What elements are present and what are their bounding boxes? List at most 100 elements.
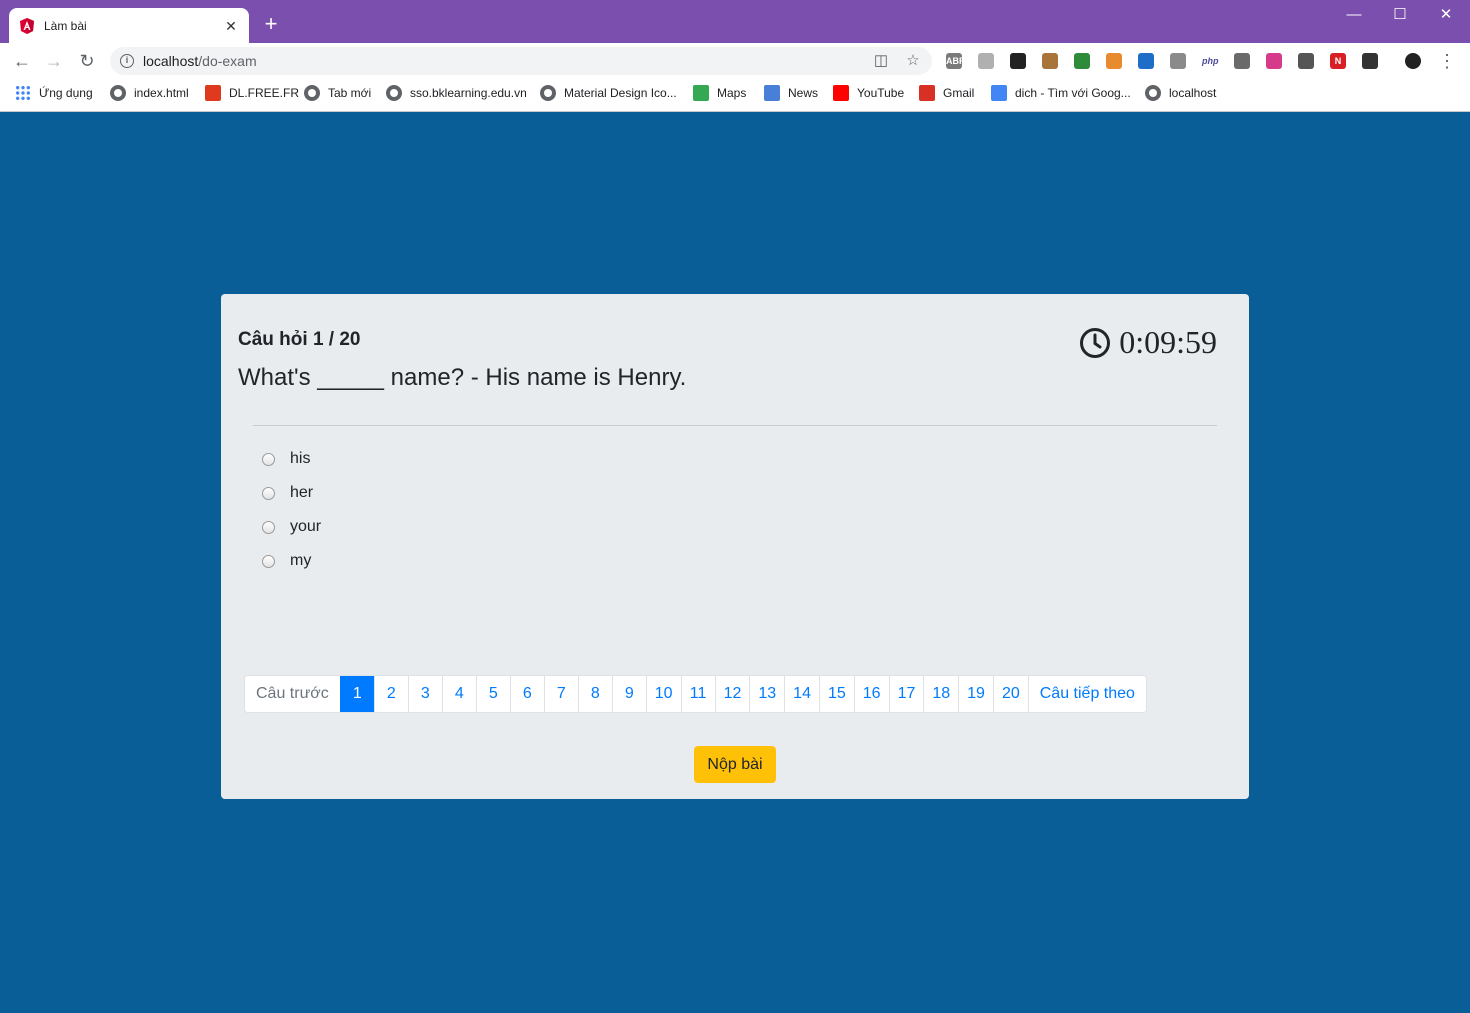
bookmark-item[interactable]: Tab mới	[304, 85, 371, 101]
minimize-button[interactable]: —	[1331, 0, 1377, 30]
globe-icon	[304, 85, 320, 101]
translate-icon[interactable]: ◫	[873, 53, 889, 69]
globe-icon	[386, 85, 402, 101]
bookmark-item[interactable]: Gmail	[919, 85, 974, 101]
bookmark-label: Tab mới	[328, 86, 372, 100]
countdown-timer: 0:09:59	[1079, 324, 1217, 361]
answer-option[interactable]: your	[261, 510, 321, 544]
url-text[interactable]: localhost/do-exam	[143, 53, 257, 69]
netflix-extension-icon[interactable]: N	[1330, 53, 1346, 69]
bookmark-label: News	[788, 86, 819, 100]
bookmark-item[interactable]: YouTube	[833, 85, 904, 101]
maximize-button[interactable]: ☐	[1377, 0, 1423, 30]
answer-radio[interactable]	[262, 554, 275, 568]
page-item-10[interactable]: 10	[645, 676, 681, 712]
page-item-1[interactable]: 1	[339, 676, 374, 712]
reload-button[interactable]: ↻	[75, 49, 99, 73]
page-item-13[interactable]: 13	[749, 676, 785, 712]
page-item-11[interactable]: 11	[680, 676, 715, 712]
page-item-14[interactable]: 14	[784, 676, 819, 712]
cookie-extension-icon[interactable]	[1042, 53, 1058, 69]
abp-extension-icon[interactable]: ABP	[946, 53, 965, 69]
bookmark-label: Ứng dụng	[39, 86, 93, 100]
address-bar[interactable]: i localhost/do-exam ◫ ☆	[110, 47, 932, 75]
site-info-icon[interactable]: i	[120, 54, 134, 68]
eyedropper-extension-icon[interactable]	[1234, 53, 1250, 69]
globe-icon	[110, 85, 126, 101]
question-divider	[253, 425, 1217, 426]
google-icon	[991, 85, 1007, 101]
screenshot-extension-icon[interactable]	[1106, 53, 1122, 69]
answer-label: my	[290, 552, 312, 569]
answer-label: your	[290, 518, 322, 535]
globe-icon	[1145, 85, 1161, 101]
maps-icon	[693, 85, 709, 101]
page-item-3[interactable]: 3	[407, 676, 442, 712]
page-item-9[interactable]: 9	[611, 676, 646, 712]
chrome-divider	[0, 111, 1470, 112]
page-item-20[interactable]: 20	[992, 676, 1028, 712]
browser-menu-icon[interactable]: ⋮	[1435, 49, 1459, 73]
sync-extension-icon[interactable]	[1362, 53, 1378, 69]
bookmark-item[interactable]: News	[764, 85, 818, 101]
bookmark-item[interactable]: index.html	[110, 85, 189, 101]
chat-extension-icon[interactable]	[1138, 53, 1154, 69]
page-item-17[interactable]: 17	[888, 676, 924, 712]
color-wheel-extension-icon[interactable]	[1266, 53, 1282, 69]
bookmark-item[interactable]: Material Design Ico...	[540, 85, 677, 101]
bookmark-star-icon[interactable]: ☆	[905, 53, 921, 69]
url-path: /do-exam	[198, 53, 257, 69]
idm-extension-icon[interactable]	[1074, 53, 1090, 69]
code-extension-icon[interactable]	[1298, 53, 1314, 69]
tampermonkey-extension-icon[interactable]	[1010, 53, 1026, 69]
answer-option[interactable]: his	[261, 442, 321, 476]
bookmark-label: Material Design Ico...	[564, 86, 677, 100]
forward-button[interactable]: →	[42, 49, 66, 73]
next-question-button[interactable]: Câu tiếp theo	[1027, 676, 1146, 712]
answer-label: her	[290, 484, 314, 501]
bookmark-item[interactable]: Maps	[693, 85, 746, 101]
submit-exam-button[interactable]: Nộp bài	[694, 746, 776, 783]
page-item-4[interactable]: 4	[441, 676, 476, 712]
bookmark-label: DL.FREE.FR	[229, 86, 300, 100]
php-extension-icon[interactable]: php	[1202, 53, 1219, 69]
page-item-5[interactable]: 5	[475, 676, 510, 712]
bookmark-label: Gmail	[943, 86, 975, 100]
answer-options: his her your my	[261, 442, 321, 578]
answer-radio[interactable]	[262, 520, 275, 534]
new-tab-button[interactable]: +	[259, 12, 283, 36]
window-titlebar: Làm bài ✕ + — ☐ ✕	[0, 0, 1470, 43]
browser-tab[interactable]: Làm bài ✕	[9, 8, 249, 43]
bookmark-item[interactable]: localhost	[1145, 85, 1216, 101]
answer-option[interactable]: my	[261, 544, 321, 578]
page-item-6[interactable]: 6	[509, 676, 544, 712]
question-pagination: Câu trước 1 2 3 4 5 6 7 8 9 10 11 12 13 14 15 16 17 18 19 20…	[244, 675, 1147, 713]
bookmark-item[interactable]: DL.FREE.FR	[205, 85, 299, 101]
pdf-extension-icon[interactable]	[978, 53, 994, 69]
page-item-2[interactable]: 2	[373, 676, 408, 712]
question-text: What's _____ name? - His name is Henry.	[238, 364, 687, 391]
page-item-7[interactable]: 7	[543, 676, 578, 712]
tab-close-icon[interactable]: ✕	[223, 18, 239, 34]
bookmark-label: localhost	[1169, 86, 1217, 100]
bookmark-label: Maps	[717, 86, 747, 100]
answer-radio[interactable]	[262, 452, 275, 466]
page-item-16[interactable]: 16	[853, 676, 889, 712]
answer-radio[interactable]	[262, 486, 275, 500]
back-button[interactable]: ←	[10, 49, 34, 73]
bookmark-item[interactable]: sso.bklearning.edu.vn	[386, 85, 527, 101]
youtube-icon	[833, 85, 849, 101]
browser-toolbar: ← → ↻ i localhost/do-exam ◫ ☆ ABP php N ⋮	[0, 43, 1470, 79]
answer-option[interactable]: her	[261, 476, 321, 510]
settings-extension-icon[interactable]	[1170, 53, 1186, 69]
previous-question-button[interactable]: Câu trước	[245, 676, 340, 712]
profile-avatar[interactable]	[1405, 53, 1421, 69]
page-item-12[interactable]: 12	[714, 676, 750, 712]
page-item-15[interactable]: 15	[818, 676, 854, 712]
bookmark-item[interactable]: dich - Tìm với Goog...	[991, 85, 1131, 101]
page-item-18[interactable]: 18	[923, 676, 959, 712]
page-item-19[interactable]: 19	[958, 676, 993, 712]
page-item-8[interactable]: 8	[577, 676, 612, 712]
close-window-button[interactable]: ✕	[1423, 0, 1469, 30]
bookmark-item[interactable]: Ứng dụng	[15, 85, 93, 101]
